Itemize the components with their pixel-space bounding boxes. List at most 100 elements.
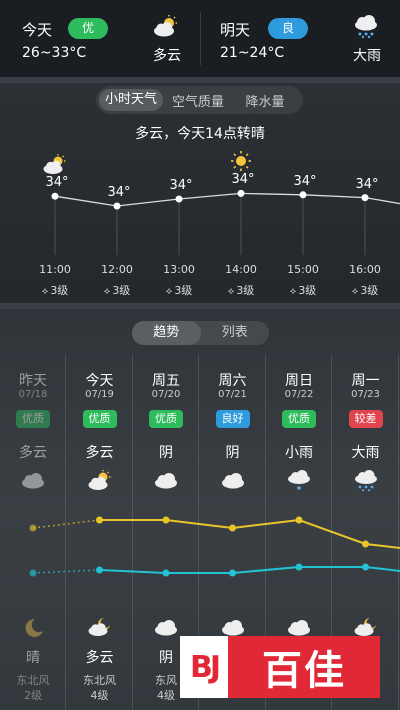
daily-view-tabs: 趋势 列表 xyxy=(132,321,269,345)
hourly-temp-label: 34° xyxy=(231,172,255,188)
hourly-time-label: 13:00 xyxy=(163,263,195,276)
day-condition: 多云 xyxy=(19,445,47,461)
hourly-wind-label: ⟡ 3级 xyxy=(92,282,142,298)
hourly-wind-label: ⟡ 3级 xyxy=(154,282,204,298)
cloud-moon-icon xyxy=(87,616,113,638)
hourly-time-label: 14:00 xyxy=(225,263,257,276)
hourly-wind-label: ⟡ 3级 xyxy=(340,282,390,298)
hourly-temp-point xyxy=(361,194,369,202)
day-name: 今天 xyxy=(85,373,114,389)
wind-level: 4级 xyxy=(90,689,109,702)
wind-level: 2级 xyxy=(24,689,42,702)
hourly-temp-label: 34° xyxy=(355,176,379,192)
wind-direction: 东北风 xyxy=(83,674,116,687)
hourly-temp-point xyxy=(299,191,307,199)
sun-icon xyxy=(228,150,254,172)
day-name: 昨天 xyxy=(19,373,47,389)
hourly-forecast-panel: 小时天气 空气质量 降水量 多云，今天14点转晴 34° 11:00 ⟡ 3级 34° 1… xyxy=(0,83,400,303)
day-name: 周六 xyxy=(218,373,247,389)
aqi-badge: 优质 xyxy=(16,410,50,428)
cloud-icon xyxy=(153,616,179,638)
cloud-icon xyxy=(20,469,46,491)
night-condition: 晴 xyxy=(26,650,40,666)
wind-level: 3级 xyxy=(50,284,69,297)
hourly-time-label: 15:00 xyxy=(287,263,319,276)
aqi-badge: 优质 xyxy=(82,410,117,428)
logo-text: 百佳 xyxy=(262,648,346,694)
day-date: 07/22 xyxy=(284,389,314,400)
heavy-rain-icon xyxy=(353,469,379,492)
day-date: 07/23 xyxy=(351,389,380,400)
hourly-temp-point xyxy=(113,202,121,210)
moon-icon xyxy=(20,616,46,638)
day-name: 周日 xyxy=(285,373,313,389)
day-condition: 小雨 xyxy=(285,445,313,461)
today-tomorrow-summary: 今天 优 26~33°C 多云 明天 良 21~24°C 大雨 xyxy=(0,0,400,77)
today-condition: 多云 xyxy=(153,48,181,64)
aqi-badge: 良好 xyxy=(215,410,250,428)
hourly-temp-label: 34° xyxy=(293,173,317,189)
hourly-temp-label: 34° xyxy=(169,178,193,193)
day-date: 07/20 xyxy=(151,389,181,400)
hourly-temp-point xyxy=(237,189,245,197)
tomorrow-label: 明天 xyxy=(220,21,251,39)
today-label: 今天 xyxy=(22,21,53,39)
hourly-time-label: 12:00 xyxy=(101,263,133,276)
wind-direction-icon: ⟡ xyxy=(351,286,359,297)
today-aqi-badge: 优 xyxy=(68,18,108,39)
partly-cloudy-icon xyxy=(87,469,113,491)
day-date: 07/21 xyxy=(218,389,247,400)
tab-list[interactable]: 列表 xyxy=(201,321,270,345)
hourly-wind-label: ⟡ 3级 xyxy=(278,282,328,298)
day-date: 07/18 xyxy=(18,389,48,400)
tomorrow-summary[interactable]: 明天 良 21~24°C 大雨 xyxy=(200,0,400,77)
cloud-icon xyxy=(286,616,312,638)
day-name: 周一 xyxy=(351,373,380,389)
hourly-temp-point xyxy=(175,195,183,203)
hourly-temp-point xyxy=(51,192,59,200)
wind-level: 3级 xyxy=(112,284,131,297)
day-column[interactable]: 今天 07/19 优质 多云 多云 东北风 4级 xyxy=(67,354,133,710)
hourly-temp-label: 34° xyxy=(45,175,69,191)
night-condition: 多云 xyxy=(85,650,114,666)
today-temp-range: 26~33°C xyxy=(22,45,87,61)
hourly-wind-label: ⟡ 3级 xyxy=(30,282,80,298)
column-divider xyxy=(397,354,399,710)
wind-direction-icon: ⟡ xyxy=(165,286,173,297)
tomorrow-aqi-badge: 良 xyxy=(268,18,308,39)
day-condition: 阴 xyxy=(159,445,173,461)
aqi-badge: 优质 xyxy=(282,410,316,428)
day-condition: 多云 xyxy=(85,445,114,461)
cloud-icon xyxy=(220,616,246,638)
today-summary[interactable]: 今天 优 26~33°C 多云 xyxy=(0,0,200,77)
light-rain-icon xyxy=(286,469,312,491)
tomorrow-temp-range: 21~24°C xyxy=(220,45,285,61)
logo-mark: BJ xyxy=(180,636,228,698)
wind-level: 3级 xyxy=(360,284,379,297)
watermark-logo: BJ 百佳 xyxy=(180,636,380,698)
hourly-time-label: 11:00 xyxy=(39,263,71,276)
aqi-badge: 优质 xyxy=(149,410,183,428)
day-condition: 阴 xyxy=(225,445,240,461)
wind-direction: 东北风 xyxy=(16,674,50,687)
day-condition: 大雨 xyxy=(351,445,380,461)
day-date: 07/19 xyxy=(85,389,114,400)
day-column[interactable]: 昨天 07/18 优质多云晴东北风 2级 xyxy=(0,354,66,710)
wind-level: 3级 xyxy=(298,284,317,297)
wind-direction-icon: ⟡ xyxy=(227,286,235,297)
day-name: 周五 xyxy=(152,373,180,389)
cloud-icon xyxy=(153,469,179,491)
aqi-badge: 较差 xyxy=(348,410,383,428)
partly-cloudy-icon xyxy=(152,14,180,38)
tab-trend[interactable]: 趋势 xyxy=(132,321,201,345)
wind-level: 3级 xyxy=(236,284,255,297)
hourly-temp-label: 34° xyxy=(107,185,131,200)
wind-direction-icon: ⟡ xyxy=(289,286,297,297)
cloud-moon-icon xyxy=(353,616,379,638)
hourly-wind-label: ⟡ 3级 xyxy=(216,282,266,298)
wind-level: 3级 xyxy=(174,284,193,297)
heavy-rain-icon xyxy=(352,14,380,39)
tomorrow-condition: 大雨 xyxy=(353,48,381,64)
wind-direction-icon: ⟡ xyxy=(103,286,111,297)
cloud-icon xyxy=(220,469,246,491)
